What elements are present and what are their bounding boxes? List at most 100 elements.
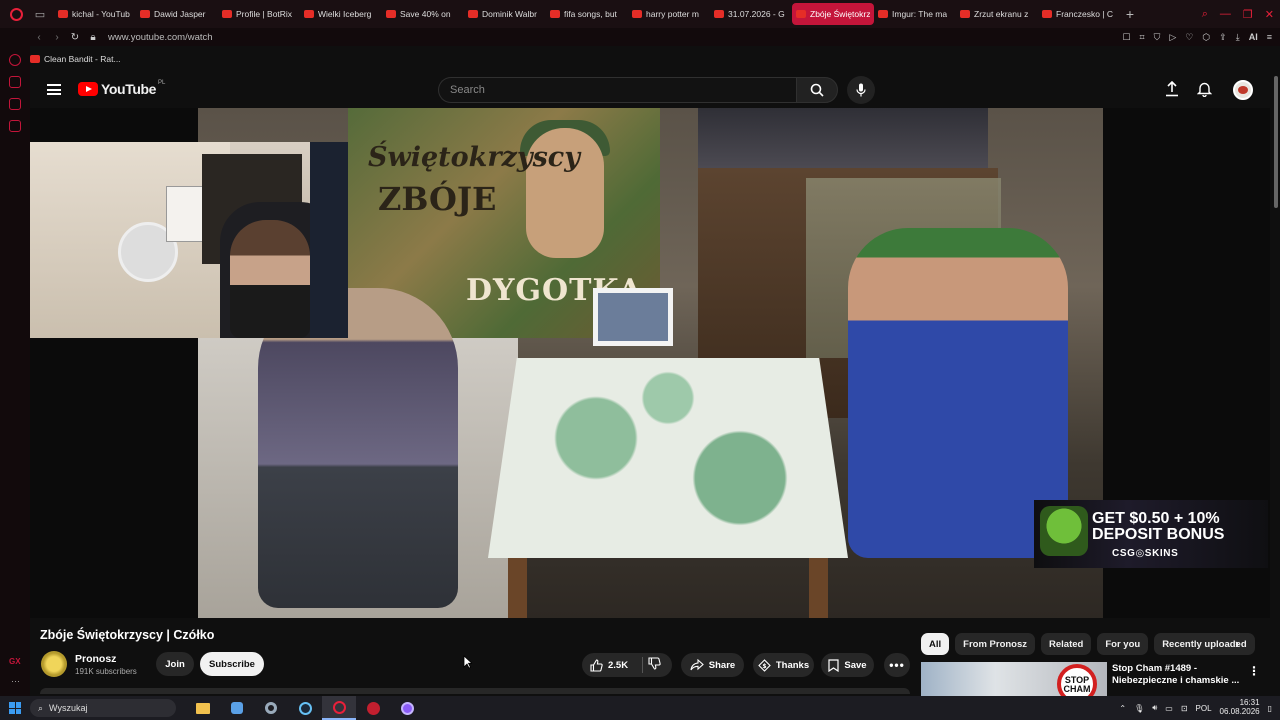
browser-tab[interactable]: Save 40% on <box>382 3 464 25</box>
tab-favicon-icon <box>140 10 150 18</box>
clock[interactable]: 16:31 06.08.2026 <box>1220 698 1260 717</box>
join-button[interactable]: Join <box>156 652 194 676</box>
browser-tab[interactable]: fifa songs, but <box>546 3 628 25</box>
app-icon-1[interactable] <box>220 696 254 720</box>
network-icon[interactable]: ⊡ <box>1181 704 1188 713</box>
browser-tab[interactable]: Wielki Iceberg <box>300 3 382 25</box>
browser-tab[interactable]: Dawid Jasper <box>136 3 218 25</box>
opera-gx-taskbar-icon[interactable] <box>322 696 356 720</box>
user-avatar[interactable] <box>1233 80 1253 100</box>
ai-button[interactable]: AI <box>1249 32 1258 42</box>
upload-icon[interactable] <box>1165 80 1179 102</box>
channel-avatar[interactable] <box>41 651 67 677</box>
extensions-icon[interactable]: ⬡ <box>1202 32 1210 43</box>
description-box[interactable] <box>40 688 910 694</box>
new-tab-button[interactable]: + <box>1120 6 1140 22</box>
tab-overview-icon[interactable]: ▭ <box>32 0 48 28</box>
search-button[interactable] <box>796 77 838 103</box>
bookmark-item[interactable]: Clean Bandit - Rat... <box>44 54 121 64</box>
display-icon[interactable]: ▭ <box>1165 704 1173 713</box>
chip-from-pronosz[interactable]: From Pronosz <box>955 633 1036 655</box>
gx-label[interactable]: GX <box>9 657 21 666</box>
window-controls: ⌕ — ❐ ✕ <box>1202 0 1274 28</box>
app-icon-3[interactable] <box>390 696 424 720</box>
tab-label: kichal - YouTub <box>72 9 130 19</box>
music-icon[interactable] <box>9 120 21 132</box>
thumbs-down-icon[interactable] <box>648 657 661 670</box>
twitch-icon[interactable] <box>9 76 21 88</box>
chevron-right-icon[interactable]: › <box>1235 636 1239 651</box>
bookmark-icon[interactable]: ☐ <box>1122 32 1130 43</box>
forward-icon[interactable]: › <box>48 32 66 43</box>
page-scrollbar[interactable] <box>1272 72 1280 212</box>
subscribe-button[interactable]: Subscribe <box>200 652 264 676</box>
browser-tab[interactable]: Dominik Walbr <box>464 3 546 25</box>
vpn-shield-icon[interactable]: ⛉ <box>1154 32 1161 43</box>
address-bar-tools: ☐ ⌗ ⛉ ▷ ♡ ⬡ ⇪ ⤓ AI ≡ <box>1122 28 1272 46</box>
opera-gx-corner-icon[interactable] <box>9 54 21 66</box>
more-vertical-icon[interactable]: ⋮ <box>1248 664 1260 678</box>
notification-icon[interactable]: ▯ <box>1268 704 1272 713</box>
search-input[interactable]: Search <box>438 77 796 103</box>
chip-for-you[interactable]: For you <box>1097 633 1149 655</box>
app-icon-2[interactable] <box>356 696 390 720</box>
maximize-icon[interactable]: ❐ <box>1243 8 1253 21</box>
url-field[interactable]: www.youtube.com/watch <box>108 32 213 43</box>
player-icon[interactable]: ▷ <box>1169 32 1176 43</box>
tray-chevron-icon[interactable]: ⌃ <box>1119 704 1126 713</box>
sponsor-ad-overlay[interactable]: GET $0.50 + 10% DEPOSIT BONUS CSG◎SKINS <box>1034 500 1268 568</box>
address-bar: ‹ › ↻ 🔒︎ www.youtube.com/watch ☐ ⌗ ⛉ ▷ ♡… <box>0 28 1280 46</box>
reload-icon[interactable]: ↻ <box>66 32 84 43</box>
steam-icon[interactable] <box>288 696 322 720</box>
browser-tab[interactable]: harry potter m <box>628 3 710 25</box>
browser-tab[interactable]: Imgur: The ma <box>874 3 956 25</box>
back-icon[interactable]: ‹ <box>30 32 48 43</box>
browser-tab[interactable]: kichal - YouTub <box>54 3 136 25</box>
browser-tab[interactable]: Franczesko | C <box>1038 3 1120 25</box>
tab-favicon-icon <box>304 10 314 18</box>
browser-tab[interactable]: Zbóje Świętokrzysc <box>792 3 874 25</box>
more-actions-button[interactable]: ••• <box>884 653 910 677</box>
sidebar-more-icon[interactable]: ··· <box>11 676 20 686</box>
video-player[interactable]: Świętokrzyscy ZBÓJE DYGOTKA GET $0.50 + … <box>30 108 1270 618</box>
svg-text:$: $ <box>762 663 766 670</box>
heart-icon[interactable]: ♡ <box>1185 32 1193 43</box>
channel-name[interactable]: Pronosz <box>75 653 116 665</box>
start-button[interactable] <box>0 702 30 714</box>
tab-label: Profile | BotRix <box>236 9 293 19</box>
recommended-video-title[interactable]: Stop Cham #1489 - Niebezpieczne i chamsk… <box>1112 663 1242 688</box>
tab-favicon-icon <box>796 10 806 18</box>
chip-related[interactable]: Related <box>1041 633 1092 655</box>
minimize-icon[interactable]: — <box>1220 8 1231 20</box>
hamburger-menu-icon[interactable] <box>47 84 61 95</box>
file-explorer-icon[interactable] <box>186 696 220 720</box>
browser-tab[interactable]: Profile | BotRix <box>218 3 300 25</box>
lock-icon: 🔒︎ <box>90 31 96 43</box>
thanks-button[interactable]: $ Thanks <box>753 653 814 677</box>
tab-favicon-icon <box>1042 10 1052 18</box>
like-button[interactable]: 2.5K <box>582 653 672 677</box>
chip-recently-uploaded[interactable]: Recently uploaded <box>1154 633 1255 655</box>
share-button[interactable]: Share <box>681 653 744 677</box>
save-button[interactable]: Save <box>821 653 874 677</box>
taskbar-search[interactable]: ⌕ Wyszukaj <box>30 699 176 717</box>
browser-tab[interactable]: 31.07.2026 - G <box>710 3 792 25</box>
close-icon[interactable]: ✕ <box>1265 8 1274 21</box>
snapshot-icon[interactable]: ⌗ <box>1140 32 1145 43</box>
microphone-tray-icon[interactable]: 🎙︎ <box>1134 704 1144 713</box>
youtube-logo[interactable]: YouTube PL <box>78 80 165 97</box>
messenger-icon[interactable] <box>9 98 21 110</box>
opera-logo-icon[interactable] <box>0 0 32 28</box>
recommended-video-thumbnail[interactable]: STOP CHAM <box>921 662 1107 696</box>
download-icon[interactable]: ⤓ <box>1236 32 1240 43</box>
browser-tab[interactable]: Zrzut ekranu z <box>956 3 1038 25</box>
voice-search-button[interactable] <box>847 76 875 104</box>
menu-icon[interactable]: ≡ <box>1267 32 1272 42</box>
chip-all[interactable]: All <box>921 633 950 655</box>
share-page-icon[interactable]: ⇪ <box>1219 32 1227 43</box>
settings-gear-icon[interactable] <box>254 696 288 720</box>
language-indicator[interactable]: POL <box>1196 704 1212 713</box>
search-tabs-icon[interactable]: ⌕ <box>1202 8 1208 21</box>
volume-icon[interactable]: 🔊︎ <box>1152 703 1157 713</box>
notifications-bell-icon[interactable] <box>1196 81 1213 102</box>
